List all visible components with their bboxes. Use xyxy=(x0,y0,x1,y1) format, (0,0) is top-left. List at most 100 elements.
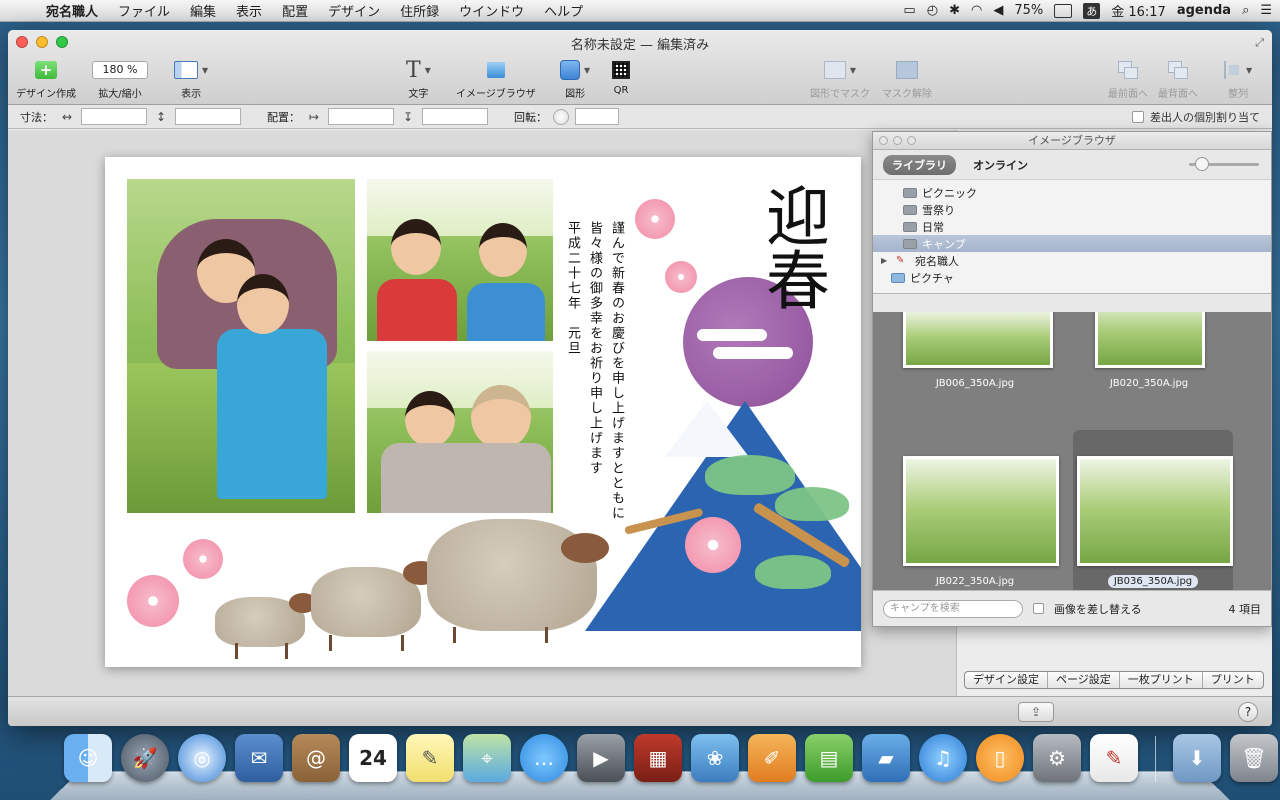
disclosure-triangle-icon[interactable]: ▶ xyxy=(881,256,891,265)
menu-address-book[interactable]: 住所録 xyxy=(390,1,449,20)
unmask-button[interactable]: マスク解除 xyxy=(882,58,932,100)
menubar-clock[interactable]: 金 16:17 xyxy=(1111,1,1166,20)
group-pictures[interactable]: ピクチャ xyxy=(873,269,1271,286)
menu-help[interactable]: ヘルプ xyxy=(534,1,593,20)
height-field[interactable] xyxy=(175,108,241,125)
safari-icon[interactable]: ◎ xyxy=(178,734,226,782)
print-button[interactable]: プリント xyxy=(1203,672,1263,688)
downloads-folder-icon[interactable]: ⬇ xyxy=(1173,734,1221,782)
thumbnail-item[interactable]: JB006_350A.jpg xyxy=(895,312,1055,442)
airplay-icon[interactable]: ▭ xyxy=(903,3,915,18)
x-position-field[interactable] xyxy=(328,108,394,125)
maps-icon[interactable]: ⌖ xyxy=(463,734,511,782)
image-browser-footer: キャンプを検索 画像を差し替える 4 項目 xyxy=(873,590,1271,626)
qr-button[interactable]: QR xyxy=(612,58,630,96)
canvas-area[interactable]: 謹んで新春のお慶びを申し上げますとともに 皆々様の御多幸をお祈り申し上げます 平… xyxy=(8,130,956,696)
menu-view[interactable]: 表示 xyxy=(226,1,272,20)
page-settings-button[interactable]: ページ設定 xyxy=(1048,672,1120,688)
send-back-button[interactable]: 最背面へ xyxy=(1158,58,1198,100)
launchpad-icon[interactable]: 🚀 xyxy=(121,734,169,782)
greeting-text[interactable]: 迎春 xyxy=(755,183,829,311)
new-year-card[interactable]: 謹んで新春のお慶びを申し上げますとともに 皆々様の御多幸をお祈り申し上げます 平… xyxy=(105,157,861,667)
share-button[interactable]: ⇪ xyxy=(1018,702,1054,722)
single-print-button[interactable]: 一枚プリント xyxy=(1120,672,1203,688)
wifi-icon[interactable]: ◠ xyxy=(971,3,982,18)
menu-file[interactable]: ファイル xyxy=(108,1,180,20)
folder-item-daily[interactable]: 日常 xyxy=(873,218,1271,235)
trash-icon[interactable]: 🗑 xyxy=(1230,734,1278,782)
folder-item-snow-festival[interactable]: 雪祭り xyxy=(873,201,1271,218)
photo-father-daughter[interactable] xyxy=(367,351,553,513)
menu-design[interactable]: デザイン xyxy=(318,1,390,20)
individual-assign-checkbox[interactable] xyxy=(1132,111,1144,123)
keynote-icon[interactable]: ▰ xyxy=(862,734,910,782)
bring-front-button[interactable]: 最前面へ xyxy=(1108,58,1148,100)
shape-button[interactable]: ▼ 図形 xyxy=(560,58,590,100)
ibooks-icon[interactable]: ▯ xyxy=(976,734,1024,782)
rotate-field[interactable] xyxy=(575,108,619,125)
thumbnail-item[interactable]: JB020_350A.jpg xyxy=(1069,312,1229,442)
toolbar: + デザイン作成 180 % 拡大/縮小 ▼ 表示 T ▼ 文字 イメージブラウザ… xyxy=(8,58,1272,102)
zoom-control[interactable]: 180 % 拡大/縮小 xyxy=(92,58,148,100)
thumbnail-item-selected[interactable]: JB036_350A.jpg xyxy=(1073,430,1233,592)
menu-edit[interactable]: 編集 xyxy=(180,1,226,20)
y-position-field[interactable] xyxy=(422,108,488,125)
bluetooth-icon[interactable]: ✱ xyxy=(949,3,960,18)
image-browser-button[interactable]: イメージブラウザ xyxy=(456,58,536,100)
input-method-icon[interactable]: あ xyxy=(1083,2,1101,19)
help-button[interactable]: ? xyxy=(1238,702,1258,722)
battery-percent[interactable]: 75% xyxy=(1014,3,1043,18)
spotlight-icon[interactable]: ⌕ xyxy=(1242,3,1249,18)
panel-close-button[interactable] xyxy=(879,136,888,145)
messages-icon[interactable]: … xyxy=(520,734,568,782)
thumbnail-size-slider[interactable] xyxy=(1189,157,1259,171)
battery-icon[interactable] xyxy=(1054,3,1073,18)
system-preferences-icon[interactable]: ⚙ xyxy=(1033,734,1081,782)
folder-item-camp[interactable]: キャンプ xyxy=(873,235,1271,252)
align-button[interactable]: ▼ 整列 xyxy=(1224,58,1252,100)
fullscreen-icon[interactable]: ⤢ xyxy=(1255,36,1264,50)
panel-zoom-button[interactable] xyxy=(907,136,916,145)
photo-mother-daughter[interactable] xyxy=(127,179,355,513)
window-title: 名称未設定 — 編集済み xyxy=(570,38,710,53)
photo-two-boys[interactable] xyxy=(367,179,553,341)
menu-app[interactable]: 宛名職人 xyxy=(36,1,108,20)
image-search-input[interactable]: キャンプを検索 xyxy=(883,599,1023,618)
image-browser-icon xyxy=(486,62,505,78)
tab-online[interactable]: オンライン xyxy=(964,155,1037,175)
zoom-stepper[interactable]: 180 % xyxy=(92,61,148,79)
mask-button[interactable]: ▼ 図形でマスク xyxy=(810,58,870,100)
volume-icon[interactable]: ◀ xyxy=(993,3,1003,18)
panel-minimize-button[interactable] xyxy=(893,136,902,145)
contacts-icon[interactable]: @ xyxy=(292,734,340,782)
replace-image-checkbox[interactable] xyxy=(1033,603,1044,614)
atena-shokunin-icon[interactable]: ✎ xyxy=(1090,734,1138,782)
size-label: 寸法： xyxy=(20,110,53,124)
width-field[interactable] xyxy=(81,108,147,125)
thumbnail-item[interactable]: JB022_350A.jpg xyxy=(895,432,1059,592)
folder-item-picnic[interactable]: ピクニック xyxy=(873,184,1271,201)
facetime-icon[interactable]: ▶ xyxy=(577,734,625,782)
calendar-icon[interactable]: 24 xyxy=(349,734,397,782)
design-create-button[interactable]: + デザイン作成 xyxy=(16,58,76,100)
menubar-user[interactable]: agenda xyxy=(1177,3,1231,18)
tab-library[interactable]: ライブラリ xyxy=(883,154,956,175)
rotate-knob[interactable] xyxy=(553,108,569,125)
notes-icon[interactable]: ✎ xyxy=(406,734,454,782)
mail-icon[interactable]: ✉ xyxy=(235,734,283,782)
menu-arrange[interactable]: 配置 xyxy=(272,1,318,20)
design-settings-button[interactable]: デザイン設定 xyxy=(965,672,1048,688)
menu-window[interactable]: ウインドウ xyxy=(449,1,534,20)
time-machine-icon[interactable]: ◴ xyxy=(927,3,938,18)
view-button[interactable]: ▼ 表示 xyxy=(174,58,208,100)
text-button[interactable]: T ▼ 文字 xyxy=(406,58,431,101)
notification-center-icon[interactable]: ☰ xyxy=(1260,3,1272,18)
thumbnail-grid: JB006_350A.jpg JB020_350A.jpg JB022_350A… xyxy=(873,312,1271,592)
photo-booth-icon[interactable]: ▦ xyxy=(634,734,682,782)
iphoto-icon[interactable]: ❀ xyxy=(691,734,739,782)
group-atena[interactable]: ▶ ✎ 宛名職人 xyxy=(873,252,1271,269)
pages-icon[interactable]: ✐ xyxy=(748,734,796,782)
itunes-icon[interactable]: ♫ xyxy=(919,734,967,782)
numbers-icon[interactable]: ▤ xyxy=(805,734,853,782)
finder-icon[interactable]: ☺ xyxy=(64,734,112,782)
